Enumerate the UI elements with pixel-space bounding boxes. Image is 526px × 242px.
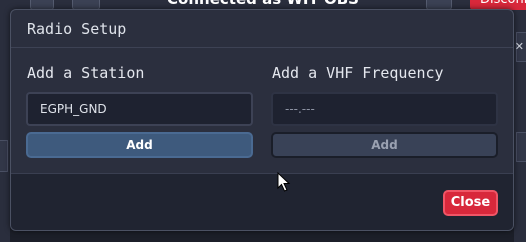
app-left-widget[interactable] xyxy=(0,140,8,172)
radio-setup-modal: Radio Setup Add a Station Add a VHF Freq… xyxy=(10,9,514,231)
mouse-cursor-icon xyxy=(277,172,291,192)
station-input[interactable] xyxy=(26,92,253,126)
modal-title: Radio Setup xyxy=(27,20,127,38)
add-frequency-button[interactable]: Add xyxy=(271,132,498,158)
close-icon[interactable]: ✕ xyxy=(515,40,524,53)
station-label: Add a Station xyxy=(27,64,145,82)
app-left-panel xyxy=(0,14,10,242)
modal-header: Radio Setup xyxy=(11,10,513,48)
frequency-label: Add a VHF Frequency xyxy=(272,64,444,82)
modal-footer xyxy=(11,173,513,230)
app-right-widget[interactable] xyxy=(516,132,526,162)
add-station-button[interactable]: Add xyxy=(26,132,253,158)
close-button[interactable]: Close xyxy=(443,190,498,216)
frequency-input[interactable] xyxy=(271,92,498,126)
